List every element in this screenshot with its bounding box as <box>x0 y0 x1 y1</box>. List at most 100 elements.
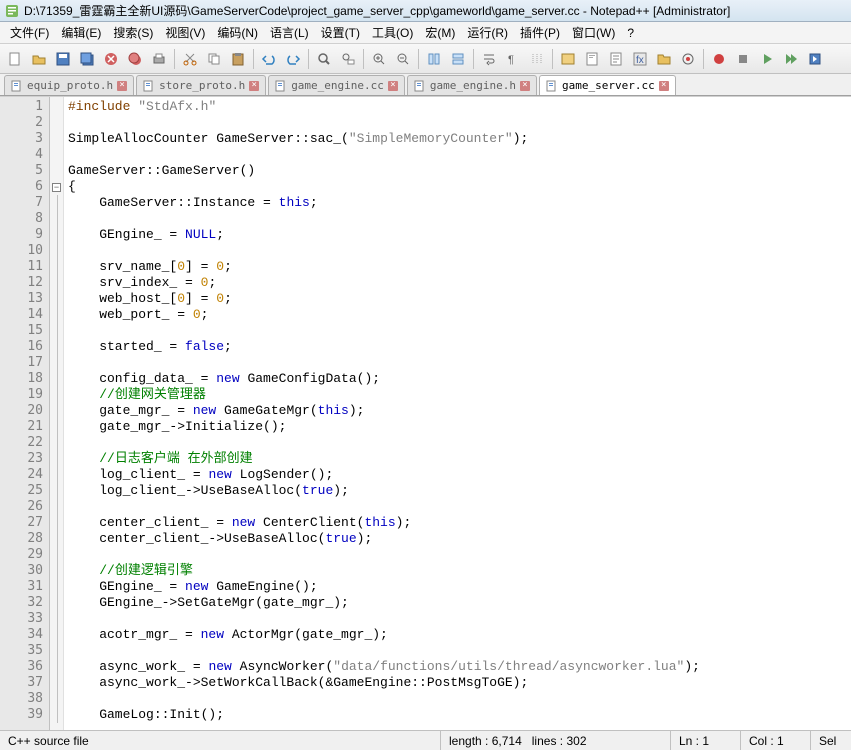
code-line[interactable]: //创建逻辑引擎 <box>68 563 847 579</box>
file-tab[interactable]: store_proto.h× <box>136 75 266 95</box>
code-line[interactable]: GEngine_ = NULL; <box>68 227 847 243</box>
code-line[interactable]: srv_index_ = 0; <box>68 275 847 291</box>
menu-item[interactable]: 工具(O) <box>366 22 419 43</box>
code-line[interactable]: //创建网关管理器 <box>68 387 847 403</box>
code-line[interactable]: async_work_ = new AsyncWorker("data/func… <box>68 659 847 675</box>
new-file-button[interactable] <box>4 48 26 70</box>
code-line[interactable]: SimpleAllocCounter GameServer::sac_("Sim… <box>68 131 847 147</box>
menu-item[interactable]: 运行(R) <box>461 22 514 43</box>
code-line[interactable]: GEngine_->SetGateMgr(gate_mgr_); <box>68 595 847 611</box>
code-line[interactable]: GameServer::Instance = this; <box>68 195 847 211</box>
sync-h-button[interactable] <box>447 48 469 70</box>
stop-macro-button[interactable] <box>732 48 754 70</box>
play-multi-button[interactable] <box>780 48 802 70</box>
zoom-out-button[interactable] <box>392 48 414 70</box>
menu-item[interactable]: ? <box>621 24 640 42</box>
code-line[interactable]: //日志客户端 在外部创建 <box>68 451 847 467</box>
code-line[interactable]: #include "StdAfx.h" <box>68 99 847 115</box>
folder-workspace-button[interactable] <box>653 48 675 70</box>
code-line[interactable]: srv_name_[0] = 0; <box>68 259 847 275</box>
menu-item[interactable]: 窗口(W) <box>566 22 621 43</box>
code-line[interactable]: log_client_->UseBaseAlloc(true); <box>68 483 847 499</box>
code-line[interactable]: web_host_[0] = 0; <box>68 291 847 307</box>
code-line[interactable]: center_client_->UseBaseAlloc(true); <box>68 531 847 547</box>
close-button[interactable] <box>100 48 122 70</box>
code-line[interactable]: { <box>68 179 847 195</box>
replace-button[interactable] <box>337 48 359 70</box>
close-tab-icon[interactable]: × <box>659 81 669 91</box>
status-length: length : 6,714 lines : 302 <box>441 731 671 750</box>
close-tab-icon[interactable]: × <box>388 81 398 91</box>
indent-guide-button[interactable] <box>526 48 548 70</box>
menu-item[interactable]: 文件(F) <box>4 22 55 43</box>
line-number: 39 <box>2 707 43 723</box>
lang-udl-button[interactable] <box>557 48 579 70</box>
copy-button[interactable] <box>203 48 225 70</box>
code-line[interactable]: center_client_ = new CenterClient(this); <box>68 515 847 531</box>
code-area[interactable]: #include "StdAfx.h" SimpleAllocCounter Ga… <box>64 97 851 730</box>
code-line[interactable]: acotr_mgr_ = new ActorMgr(gate_mgr_); <box>68 627 847 643</box>
code-line[interactable] <box>68 147 847 163</box>
code-line[interactable]: log_client_ = new LogSender(); <box>68 467 847 483</box>
file-tab[interactable]: game_server.cc× <box>539 75 676 95</box>
code-line[interactable]: web_port_ = 0; <box>68 307 847 323</box>
file-tab[interactable]: game_engine.h× <box>407 75 537 95</box>
close-tab-icon[interactable]: × <box>520 81 530 91</box>
save-macro-button[interactable] <box>804 48 826 70</box>
open-file-button[interactable] <box>28 48 50 70</box>
fold-column[interactable]: − <box>50 97 64 730</box>
monitoring-button[interactable] <box>677 48 699 70</box>
menu-item[interactable]: 编辑(E) <box>55 22 107 43</box>
menu-item[interactable]: 编码(N) <box>211 22 264 43</box>
code-line[interactable] <box>68 243 847 259</box>
file-tab[interactable]: equip_proto.h× <box>4 75 134 95</box>
close-tab-icon[interactable]: × <box>117 81 127 91</box>
code-line[interactable]: GameServer::GameServer() <box>68 163 847 179</box>
code-line[interactable] <box>68 115 847 131</box>
paste-button[interactable] <box>227 48 249 70</box>
code-line[interactable]: GEngine_ = new GameEngine(); <box>68 579 847 595</box>
code-line[interactable] <box>68 691 847 707</box>
menu-item[interactable]: 设置(T) <box>315 22 366 43</box>
code-line[interactable]: GameLog::Init(); <box>68 707 847 723</box>
show-all-chars-button[interactable]: ¶ <box>502 48 524 70</box>
find-button[interactable] <box>313 48 335 70</box>
close-tab-icon[interactable]: × <box>249 81 259 91</box>
code-line[interactable] <box>68 499 847 515</box>
code-line[interactable] <box>68 323 847 339</box>
editor[interactable]: 1234567891011121314151617181920212223242… <box>0 96 851 730</box>
sync-v-button[interactable] <box>423 48 445 70</box>
doc-map-button[interactable] <box>581 48 603 70</box>
func-list-button[interactable]: fx <box>629 48 651 70</box>
code-line[interactable]: gate_mgr_ = new GameGateMgr(this); <box>68 403 847 419</box>
save-button[interactable] <box>52 48 74 70</box>
code-line[interactable] <box>68 355 847 371</box>
code-line[interactable]: started_ = false; <box>68 339 847 355</box>
record-macro-button[interactable] <box>708 48 730 70</box>
menu-item[interactable]: 宏(M) <box>419 22 461 43</box>
save-all-button[interactable] <box>76 48 98 70</box>
code-line[interactable]: config_data_ = new GameConfigData(); <box>68 371 847 387</box>
file-tab[interactable]: game_engine.cc× <box>268 75 405 95</box>
menu-item[interactable]: 语言(L) <box>264 22 315 43</box>
code-line[interactable] <box>68 435 847 451</box>
code-line[interactable] <box>68 547 847 563</box>
code-line[interactable] <box>68 611 847 627</box>
play-macro-button[interactable] <box>756 48 778 70</box>
undo-button[interactable] <box>258 48 280 70</box>
zoom-in-button[interactable] <box>368 48 390 70</box>
code-line[interactable]: gate_mgr_->Initialize(); <box>68 419 847 435</box>
code-line[interactable]: async_work_->SetWorkCallBack(&GameEngine… <box>68 675 847 691</box>
close-all-button[interactable] <box>124 48 146 70</box>
print-button[interactable] <box>148 48 170 70</box>
menu-item[interactable]: 插件(P) <box>514 22 566 43</box>
doc-list-button[interactable] <box>605 48 627 70</box>
redo-button[interactable] <box>282 48 304 70</box>
menu-item[interactable]: 视图(V) <box>159 22 211 43</box>
code-line[interactable] <box>68 643 847 659</box>
code-line[interactable] <box>68 211 847 227</box>
wordwrap-button[interactable] <box>478 48 500 70</box>
cut-button[interactable] <box>179 48 201 70</box>
menu-item[interactable]: 搜索(S) <box>107 22 159 43</box>
fold-marker[interactable]: − <box>50 179 63 195</box>
